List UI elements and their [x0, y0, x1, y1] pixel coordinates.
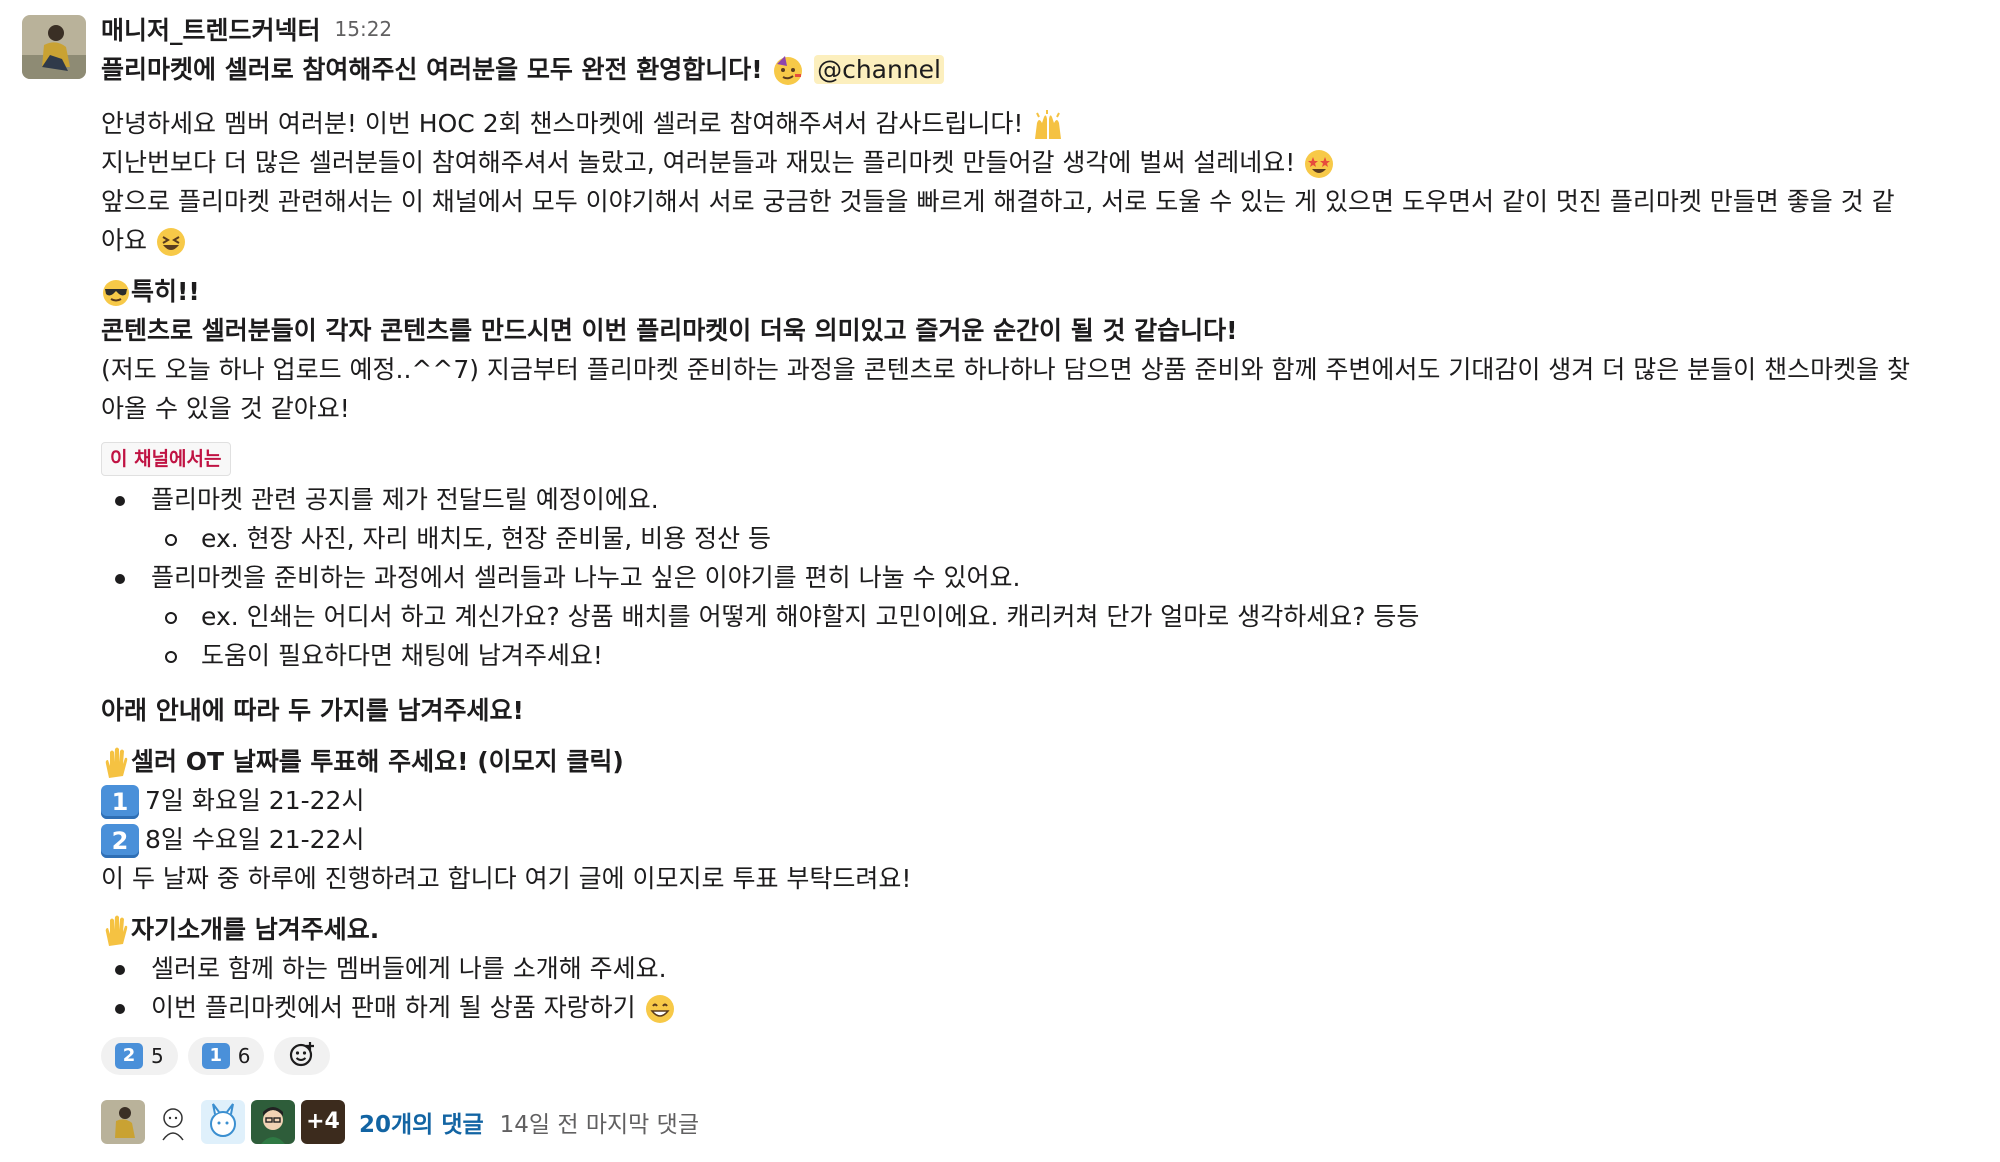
sub-list: ex. 현장 사진, 자리 배치도, 현장 준비물, 비용 정산 등 — [101, 519, 1991, 558]
reply-avatar — [201, 1100, 245, 1144]
ot-option-text: 7일 화요일 21-22시 — [145, 786, 365, 815]
reaction-keycap-2[interactable]: 2 5 — [101, 1037, 178, 1075]
bullet-icon — [115, 1004, 125, 1014]
reaction-count: 5 — [151, 1044, 164, 1068]
sub-list-item-text: ex. 현장 사진, 자리 배치도, 현장 준비물, 비용 정산 등 — [201, 524, 772, 553]
sender-name[interactable]: 매니저_트렌드커넥터 — [101, 11, 321, 47]
hollow-bullet-icon — [165, 612, 177, 624]
special-text-line: (저도 오늘 하나 업로드 예정..^^7) 지금부터 플리마켓 준비하는 과정… — [101, 355, 1911, 384]
star-struck-emoji-icon — [1303, 148, 1335, 180]
keycap-1-icon: 1 — [201, 1043, 230, 1069]
replies-link[interactable]: 20개의 댓글 — [359, 1105, 484, 1139]
guide-text: 아래 안내에 따라 두 가지를 남겨주세요! — [101, 696, 524, 725]
channel-list: 플리마켓을 준비하는 과정에서 셀러들과 나누고 싶은 이야기를 편히 나눌 수… — [101, 558, 1991, 597]
hollow-bullet-icon — [165, 651, 177, 663]
special-heading: 특히!! — [131, 277, 200, 306]
sub-list-item: ex. 현장 사진, 자리 배치도, 현장 준비물, 비용 정산 등 — [101, 519, 1991, 558]
partying-face-emoji-icon — [771, 54, 805, 88]
sub-list-item: 도움이 필요하다면 채팅에 남겨주세요! — [101, 636, 1991, 675]
sunglasses-emoji-icon — [101, 278, 131, 308]
ot-option: 2 8일 수요일 21-22시 — [101, 820, 1991, 859]
hollow-bullet-icon — [165, 534, 177, 546]
reaction-count: 6 — [237, 1044, 251, 1068]
last-reply-time: 14일 전 마지막 댓글 — [499, 1112, 699, 1138]
intro-paragraph: 안녕하세요 멤버 여러분! 이번 HOC 2회 챈스마켓에 셀러로 참여해주셔서… — [101, 104, 1991, 260]
ot-option: 1 7일 화요일 21-22시 — [101, 781, 1991, 820]
ot-note: 이 두 날짜 중 하루에 진행하려고 합니다 여기 글에 이모지로 투표 부탁드… — [101, 864, 912, 893]
message: 매니저_트렌드커넥터 15:22 플리마켓에 셀러로 참여해주신 여러분을 모두… — [0, 0, 2000, 1162]
special-section: 특히!! 콘텐츠로 셀러분들이 각자 콘텐츠를 만드시면 이번 플리마켓이 더욱… — [101, 272, 1991, 428]
self-intro-section: 자기소개를 남겨주세요. 셀러로 함께 하는 멤버들에게 나를 소개해 주세요.… — [101, 910, 1991, 1027]
sub-list-item-text: 도움이 필요하다면 채팅에 남겨주세요! — [201, 641, 603, 670]
list-item-text: 이번 플리마켓에서 판매 하게 될 상품 자랑하기 — [151, 993, 636, 1022]
intro-line-text: 안녕하세요 멤버 여러분! 이번 HOC 2회 챈스마켓에 셀러로 참여해주셔서… — [101, 109, 1024, 138]
ot-heading-line: 셀러 OT 날짜를 투표해 주세요! (이모지 클릭) — [101, 742, 1991, 781]
list-item: 이번 플리마켓에서 판매 하게 될 상품 자랑하기 — [101, 988, 1991, 1027]
list-item: 플리마켓을 준비하는 과정에서 셀러들과 나누고 싶은 이야기를 편히 나눌 수… — [101, 558, 1991, 597]
grinning-squinting-emoji-icon — [155, 226, 187, 258]
reply-avatar — [251, 1100, 295, 1144]
bullet-icon — [115, 574, 125, 584]
list-item-text: 플리마켓을 준비하는 과정에서 셀러들과 나누고 싶은 이야기를 편히 나눌 수… — [151, 563, 1021, 592]
channel-list: 플리마켓 관련 공지를 제가 전달드릴 예정이에요. — [101, 480, 1991, 519]
raising-hands-emoji-icon — [1031, 109, 1065, 141]
add-reaction-icon — [288, 1040, 316, 1073]
intro-line-text: 아요 — [101, 226, 148, 255]
title-text: 플리마켓에 셀러로 참여해주신 여러분을 모두 완전 환영합니다! — [101, 55, 763, 84]
bullet-icon — [115, 496, 125, 506]
keycap-1-icon: 1 — [101, 785, 139, 819]
self-intro-list: 셀러로 함께 하는 멤버들에게 나를 소개해 주세요. 이번 플리마켓에서 판매… — [101, 949, 1991, 1027]
ot-heading: 셀러 OT 날짜를 투표해 주세요! (이모지 클릭) — [131, 747, 624, 776]
channel-mention[interactable]: @channel — [814, 55, 945, 84]
keycap-2-icon: 2 — [115, 1043, 143, 1069]
list-item: 플리마켓 관련 공지를 제가 전달드릴 예정이에요. — [101, 480, 1991, 519]
channel-tag: 이 채널에서는 — [101, 442, 231, 476]
self-intro-heading-line: 자기소개를 남겨주세요. — [101, 910, 1991, 949]
list-item-text: 셀러로 함께 하는 멤버들에게 나를 소개해 주세요. — [151, 954, 667, 983]
timestamp[interactable]: 15:22 — [335, 17, 393, 41]
ot-section: 셀러 OT 날짜를 투표해 주세요! (이모지 클릭) 1 7일 화요일 21-2… — [101, 742, 1991, 898]
special-bold-text: 콘텐츠로 셀러분들이 각자 콘텐츠를 만드시면 이번 플리마켓이 더욱 의미있고… — [101, 316, 1238, 345]
reaction-keycap-1[interactable]: 1 6 — [187, 1037, 265, 1075]
intro-line: 앞으로 플리마켓 관련해서는 이 채널에서 모두 이야기해서 서로 궁금한 것들… — [101, 187, 1895, 216]
intro-line: 안녕하세요 멤버 여러분! 이번 HOC 2회 챈스마켓에 셀러로 참여해주셔서… — [101, 104, 1991, 143]
intro-line: 지난번보다 더 많은 셀러분들이 참여해주셔서 놀랐고, 여러분들과 재밌는 플… — [101, 143, 1991, 182]
keycap-2-icon: 2 — [101, 824, 139, 858]
message-title: 플리마켓에 셀러로 참여해주신 여러분을 모두 완전 환영합니다! @chann… — [101, 50, 1991, 92]
reply-avatar — [151, 1100, 195, 1144]
special-heading-line: 특히!! — [101, 272, 1991, 311]
thread-summary[interactable]: +4 20개의 댓글 14일 전 마지막 댓글 — [101, 1099, 1991, 1145]
message-body: 매니저_트렌드커넥터 15:22 플리마켓에 셀러로 참여해주신 여러분을 모두… — [101, 8, 1991, 1145]
special-text-line: 아올 수 있을 것 같아요! — [101, 394, 350, 423]
raised-hand-emoji-icon — [101, 914, 131, 948]
reply-avatar — [101, 1100, 145, 1144]
message-header: 매니저_트렌드커넥터 15:22 — [101, 8, 1991, 50]
intro-line-text: 지난번보다 더 많은 셀러분들이 참여해주셔서 놀랐고, 여러분들과 재밌는 플… — [101, 148, 1296, 177]
raised-hand-emoji-icon — [101, 746, 131, 780]
ot-option-text: 8일 수요일 21-22시 — [145, 825, 365, 854]
reactions-bar: 2 5 1 6 — [101, 1037, 1991, 1077]
more-participants-count: +4 — [301, 1100, 345, 1144]
channel-section: 이 채널에서는 플리마켓 관련 공지를 제가 전달드릴 예정이에요. ex. 현… — [101, 428, 1991, 675]
sub-list-item-text: ex. 인쇄는 어디서 하고 계신가요? 상품 배치를 어떻게 해야할지 고민이… — [201, 602, 1420, 631]
sub-list: ex. 인쇄는 어디서 하고 계신가요? 상품 배치를 어떻게 해야할지 고민이… — [101, 597, 1991, 675]
list-item: 셀러로 함께 하는 멤버들에게 나를 소개해 주세요. — [101, 949, 1991, 988]
sub-list-item: ex. 인쇄는 어디서 하고 계신가요? 상품 배치를 어떻게 해야할지 고민이… — [101, 597, 1991, 636]
beaming-face-emoji-icon — [644, 993, 676, 1025]
intro-line: 아요 — [101, 221, 1991, 260]
bullet-icon — [115, 965, 125, 975]
avatar[interactable] — [22, 15, 86, 79]
add-reaction-button[interactable] — [274, 1037, 331, 1075]
self-intro-heading: 자기소개를 남겨주세요. — [131, 915, 380, 944]
list-item-text: 플리마켓 관련 공지를 제가 전달드릴 예정이에요. — [151, 485, 659, 514]
